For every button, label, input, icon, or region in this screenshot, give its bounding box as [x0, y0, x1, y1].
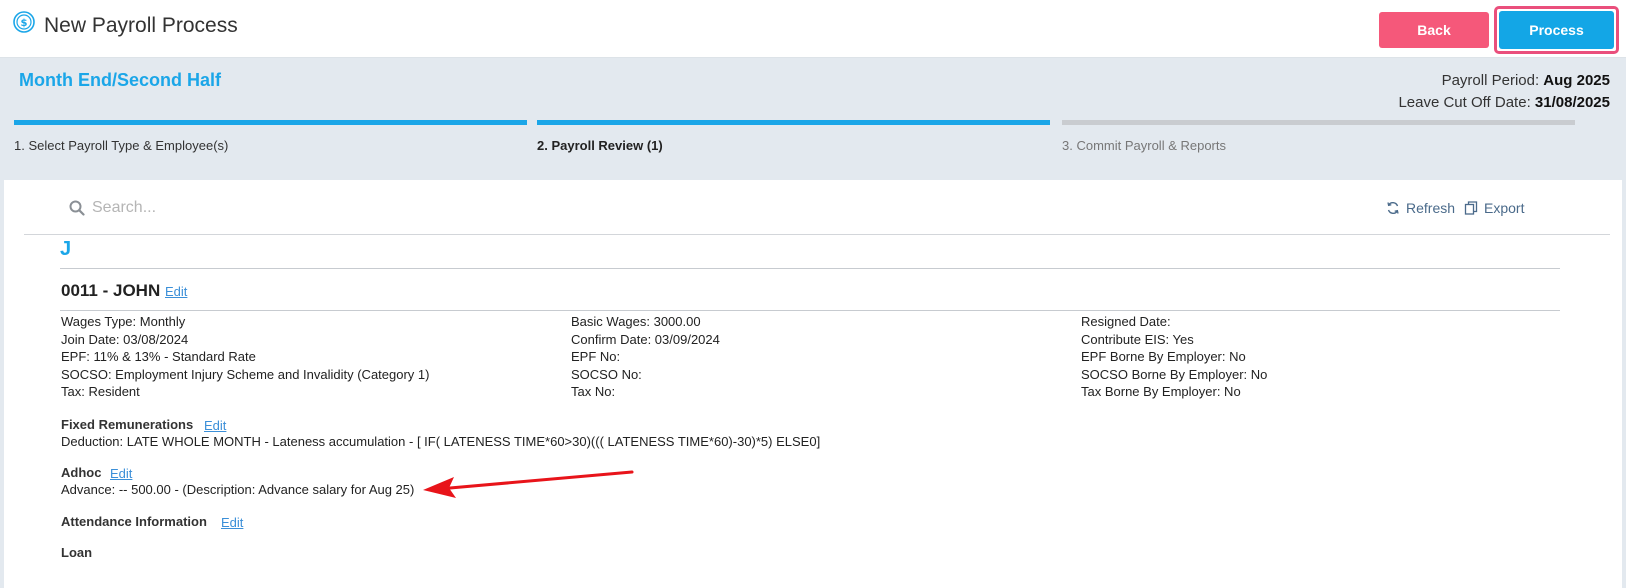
- basic-wages: Basic Wages: 3000.00: [571, 314, 701, 329]
- step-bar: [14, 120, 527, 125]
- adhoc-title: Adhoc: [61, 465, 102, 480]
- process-button-highlight: Process: [1494, 6, 1619, 54]
- socso-category: SOCSO: Employment Injury Scheme and Inva…: [61, 366, 430, 382]
- epf-borne: EPF Borne By Employer: No: [1081, 349, 1246, 364]
- export-label: Export: [1484, 200, 1525, 216]
- cutoff-value: 31/08/2025: [1534, 94, 1610, 111]
- employee-edit-link[interactable]: Edit: [165, 284, 187, 299]
- refresh-button[interactable]: Refresh: [1386, 200, 1455, 216]
- annotation-arrow: [423, 470, 634, 498]
- search-input[interactable]: [92, 192, 692, 224]
- search-toolbar: Refresh Export: [24, 180, 1610, 235]
- group-letter: J: [60, 238, 72, 260]
- top-bar: $ New Payroll Process Back Process: [0, 0, 1626, 58]
- join-date: Join Date: 03/08/2024: [61, 331, 189, 347]
- loan-title: Loan: [61, 545, 93, 560]
- payroll-period-info: Payroll Period: Aug 2025 Leave Cut Off D…: [1398, 70, 1610, 114]
- adhoc-line: Advance: -- 500.00 - (Description: Advan…: [61, 482, 415, 497]
- progress-steps: 1. Select Payroll Type & Employee(s) 2. …: [14, 120, 1614, 160]
- refresh-label: Refresh: [1406, 200, 1456, 216]
- socso-no: SOCSO No:: [571, 366, 642, 382]
- step-bar: [537, 120, 1050, 125]
- employee-info-column-3: Resigned Date: Contribute EIS: Yes EPF B…: [1081, 313, 1267, 401]
- employee-info-column-1: Wages Type: Monthly Join Date: 03/08/202…: [61, 313, 429, 401]
- employee-info-column-2: Basic Wages: 3000.00 Confirm Date: 03/09…: [571, 313, 720, 401]
- tax-status: Tax: Resident: [61, 384, 140, 399]
- epf-rate: EPF: 11% & 13% - Standard Rate: [61, 349, 256, 364]
- attendance-information-title: Attendance Information: [61, 514, 207, 529]
- step-label: 3. Commit Payroll & Reports: [1062, 138, 1226, 153]
- svg-text:$: $: [21, 18, 28, 29]
- cutoff-label: Leave Cut Off Date:: [1398, 94, 1531, 111]
- copy-icon: [1464, 201, 1478, 215]
- confirm-date: Confirm Date: 03/09/2024: [571, 331, 720, 347]
- step-label: 2. Payroll Review (1): [537, 138, 663, 153]
- socso-borne: SOCSO Borne By Employer: No: [1081, 366, 1268, 382]
- fixed-remunerations-title: Fixed Remunerations: [61, 417, 194, 432]
- attendance-edit-link[interactable]: Edit: [221, 515, 243, 530]
- employee-divider: [60, 310, 1560, 311]
- contribute-eis: Contribute EIS: Yes: [1081, 331, 1194, 347]
- payroll-review-card: Refresh Export J 0011 - JOHN Edit Wages …: [4, 180, 1622, 588]
- tax-no: Tax No:: [571, 384, 616, 399]
- step-select-type[interactable]: 1. Select Payroll Type & Employee(s): [14, 120, 527, 153]
- step-bar: [1062, 120, 1575, 125]
- search-icon: [69, 200, 85, 216]
- payroll-icon: $: [13, 11, 35, 33]
- export-button[interactable]: Export: [1464, 200, 1524, 216]
- step-label: 1. Select Payroll Type & Employee(s): [14, 138, 229, 153]
- step-payroll-review[interactable]: 2. Payroll Review (1): [537, 120, 1050, 153]
- group-divider: [60, 268, 1560, 269]
- page-title: New Payroll Process: [44, 14, 238, 37]
- refresh-icon: [1387, 202, 1399, 214]
- tax-borne: Tax Borne By Employer: No: [1081, 384, 1241, 399]
- fixed-remunerations-edit-link[interactable]: Edit: [204, 418, 226, 433]
- step-commit-payroll[interactable]: 3. Commit Payroll & Reports: [1062, 120, 1575, 153]
- fixed-remuneration-line: Deduction: LATE WHOLE MONTH - Lateness a…: [61, 434, 821, 449]
- employee-title: 0011 - JOHN: [61, 281, 161, 300]
- period-value: Aug 2025: [1543, 72, 1610, 89]
- wages-type: Wages Type: Monthly: [61, 314, 186, 329]
- period-label: Payroll Period:: [1441, 72, 1540, 89]
- back-button[interactable]: Back: [1379, 12, 1489, 48]
- resigned-date: Resigned Date:: [1081, 314, 1171, 329]
- epf-no: EPF No:: [571, 349, 621, 364]
- payroll-type-title: Month End/Second Half: [19, 70, 221, 90]
- process-button[interactable]: Process: [1499, 11, 1614, 49]
- adhoc-edit-link[interactable]: Edit: [110, 466, 132, 481]
